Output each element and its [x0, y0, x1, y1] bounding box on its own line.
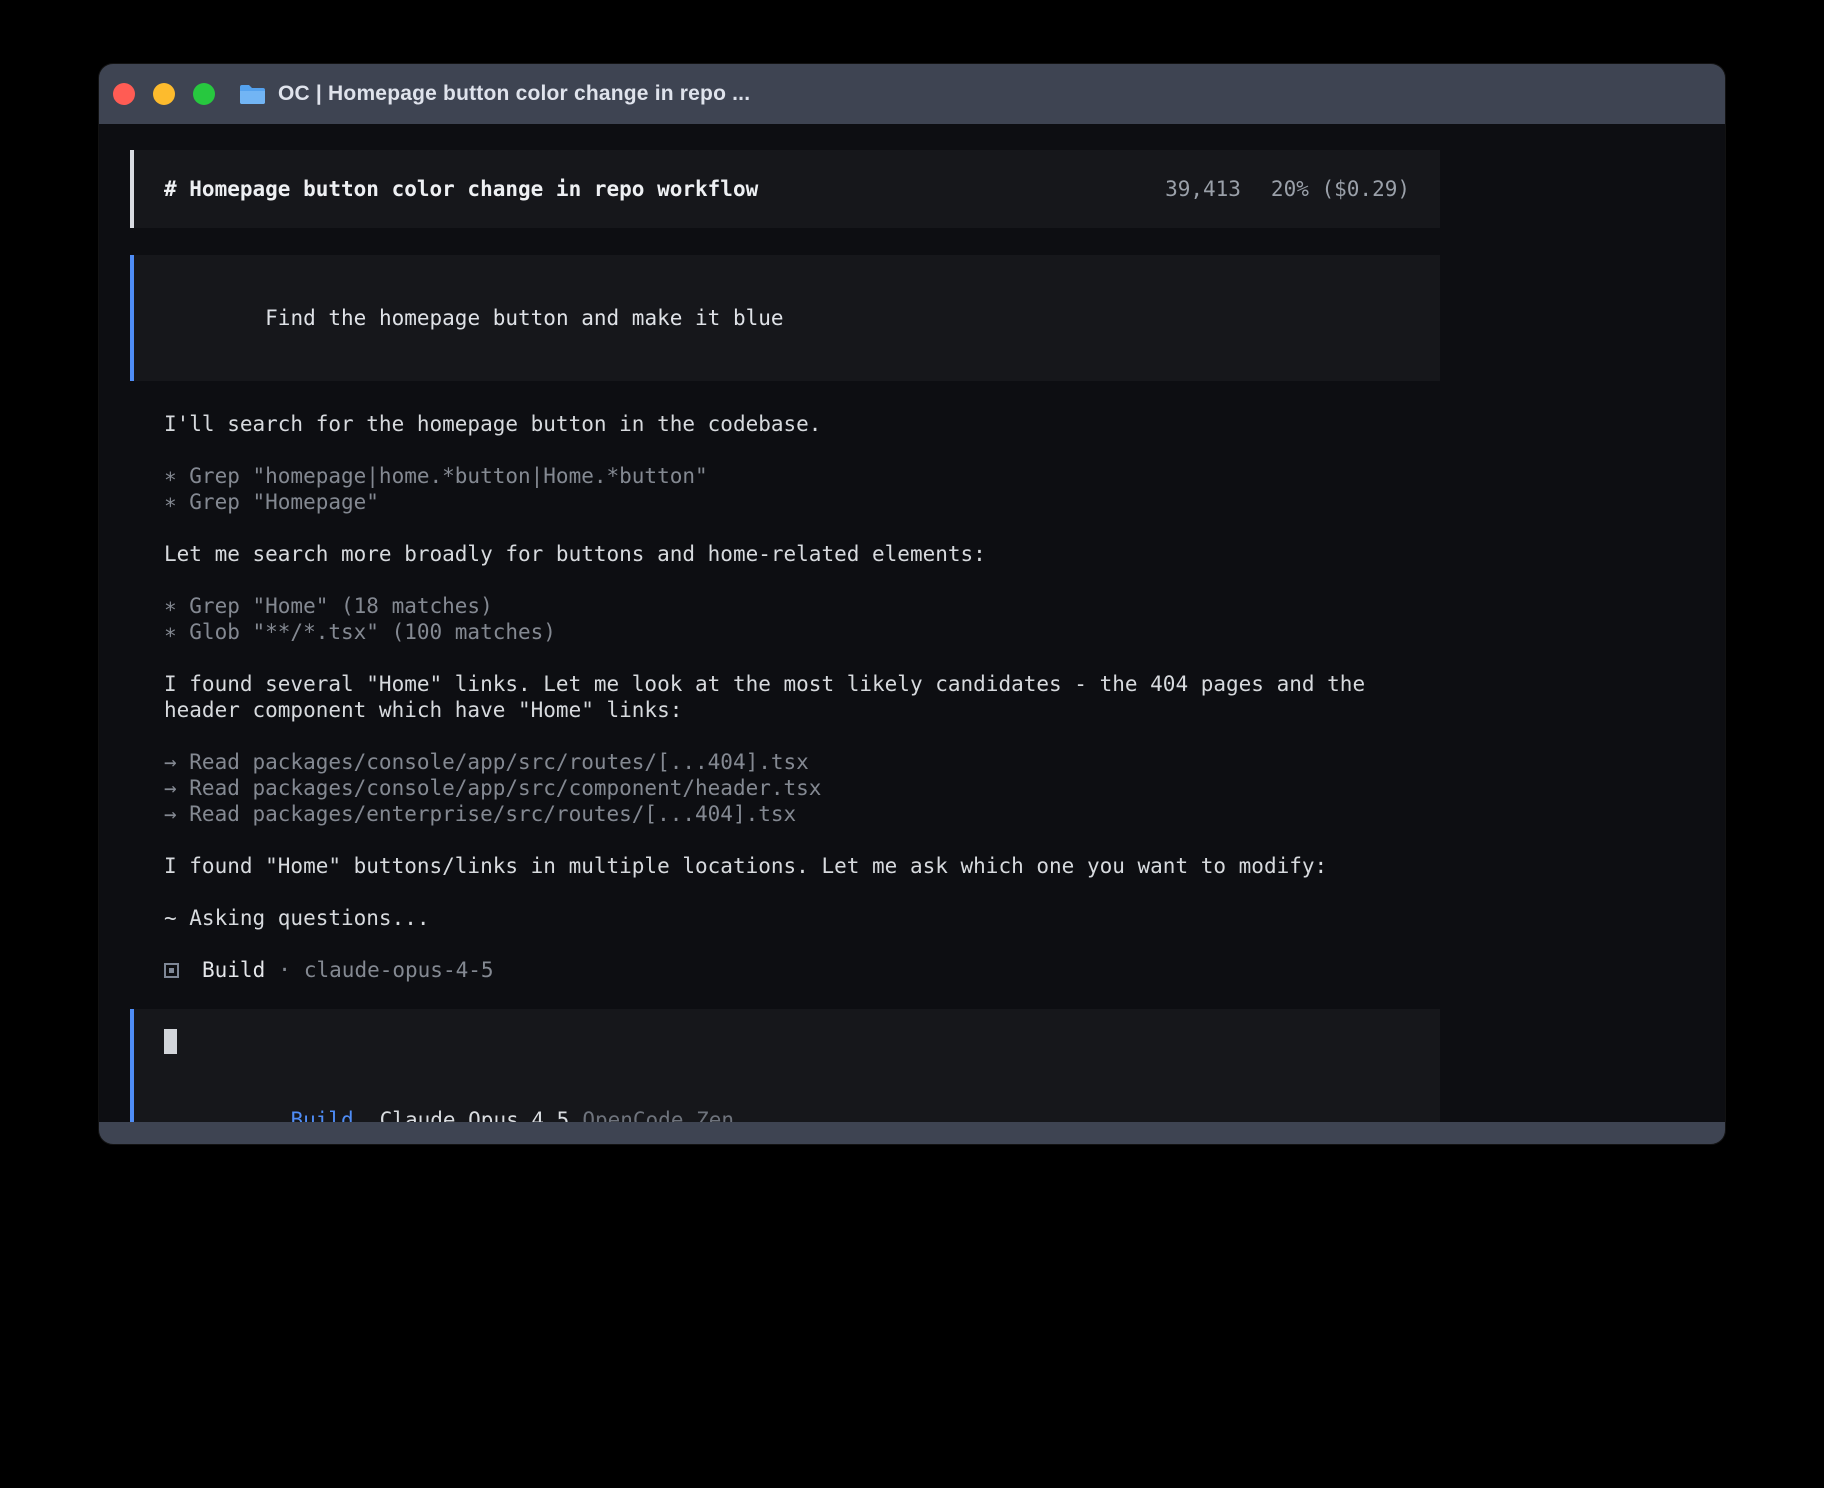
minimize-button[interactable]: [153, 83, 175, 105]
transcript-block-tools: ∗ Grep "homepage|home.*button|Home.*butt…: [164, 463, 1406, 515]
transcript-block-text: I'll search for the homepage button in t…: [164, 411, 1406, 437]
transcript-line: ∗ Glob "**/*.tsx" (100 matches): [164, 619, 1406, 645]
terminal-window: OC | Homepage button color change in rep…: [99, 64, 1725, 1144]
transcript-line: → Read packages/console/app/src/routes/[…: [164, 749, 1406, 775]
transcript-block-tools: → Read packages/console/app/src/routes/[…: [164, 749, 1406, 827]
transcript-line: ∗ Grep "homepage|home.*button|Home.*butt…: [164, 463, 1406, 489]
provider-name: OpenCode Zen: [582, 1108, 734, 1122]
transcript-block-text: ~ Asking questions...: [164, 905, 1406, 931]
token-count: 39,413: [1165, 176, 1241, 202]
prompt-status-line: Build Claude Opus 4.5 OpenCode Zen: [164, 1081, 1410, 1122]
transcript-line: I found "Home" buttons/links in multiple…: [164, 853, 1406, 879]
title-wrap: OC | Homepage button color change in rep…: [239, 82, 750, 106]
session-header: # Homepage button color change in repo w…: [130, 150, 1440, 228]
agent-model: claude-opus-4-5: [304, 957, 494, 983]
transcript: I'll search for the homepage button in t…: [130, 381, 1440, 931]
context-usage: 20% ($0.29): [1271, 176, 1410, 202]
transcript-line: ~ Asking questions...: [164, 905, 1406, 931]
session-title: # Homepage button color change in repo w…: [164, 176, 758, 202]
folder-icon: [239, 83, 266, 105]
terminal-content: # Homepage button color change in repo w…: [99, 124, 1725, 1122]
transcript-line: I found several "Home" links. Let me loo…: [164, 671, 1406, 723]
agent-separator: ·: [278, 957, 291, 983]
prompt-input[interactable]: Build Claude Opus 4.5 OpenCode Zen: [130, 1009, 1440, 1122]
transcript-block-text: I found "Home" buttons/links in multiple…: [164, 853, 1406, 879]
transcript-block-tools: ∗ Grep "Home" (18 matches)∗ Glob "**/*.t…: [164, 593, 1406, 645]
text-cursor: [164, 1029, 177, 1054]
close-button[interactable]: [113, 83, 135, 105]
user-message-text: Find the homepage button and make it blu…: [265, 306, 783, 330]
transcript-line: ∗ Grep "Homepage": [164, 489, 1406, 515]
user-message: Find the homepage button and make it blu…: [130, 255, 1440, 381]
agent-name: Build: [202, 957, 265, 983]
mode-indicator[interactable]: Build: [290, 1108, 353, 1122]
prompt-text-line[interactable]: [164, 1029, 1410, 1055]
session-stats: 39,413 20% ($0.29): [1165, 176, 1410, 202]
transcript-line: → Read packages/console/app/src/componen…: [164, 775, 1406, 801]
transcript-line: ∗ Grep "Home" (18 matches): [164, 593, 1406, 619]
agent-mode-icon: [164, 963, 179, 978]
window-title: OC | Homepage button color change in rep…: [278, 82, 750, 106]
content-column: # Homepage button color change in repo w…: [130, 150, 1440, 1122]
transcript-block-text: I found several "Home" links. Let me loo…: [164, 671, 1406, 723]
titlebar[interactable]: OC | Homepage button color change in rep…: [99, 64, 1725, 124]
transcript-line: → Read packages/enterprise/src/routes/[.…: [164, 801, 1406, 827]
traffic-lights: [113, 83, 215, 105]
transcript-block-text: Let me search more broadly for buttons a…: [164, 541, 1406, 567]
model-name: Claude Opus 4.5: [380, 1108, 570, 1122]
zoom-button[interactable]: [193, 83, 215, 105]
agent-badge: Build · claude-opus-4-5: [130, 957, 1440, 983]
transcript-line: Let me search more broadly for buttons a…: [164, 541, 1406, 567]
transcript-line: I'll search for the homepage button in t…: [164, 411, 1406, 437]
